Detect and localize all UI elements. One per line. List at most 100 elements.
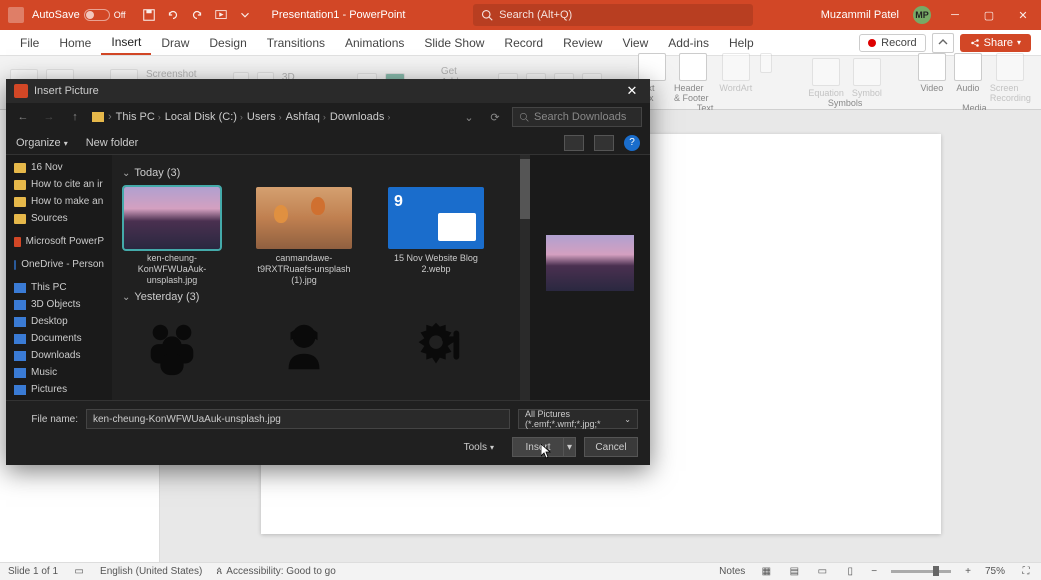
group-header-yesterday[interactable]: Yesterday (3) xyxy=(122,291,510,303)
insert-button[interactable]: Insert ▾ xyxy=(512,437,576,457)
tab-addins[interactable]: Add-ins xyxy=(658,30,719,55)
language-icon[interactable]: ▭ xyxy=(72,565,86,579)
dialog-search[interactable]: Search Downloads xyxy=(512,107,642,127)
normal-view-icon[interactable]: ▦ xyxy=(759,565,773,579)
fit-icon[interactable]: ⛶ xyxy=(1019,565,1033,579)
language-label[interactable]: English (United States) xyxy=(100,566,202,577)
tab-help[interactable]: Help xyxy=(719,30,764,55)
tab-home[interactable]: Home xyxy=(49,30,101,55)
sidebar-item[interactable]: Desktop xyxy=(6,313,112,330)
save-icon[interactable] xyxy=(142,8,156,22)
slideshow-view-icon[interactable]: ▯ xyxy=(843,565,857,579)
new-folder-button[interactable]: New folder xyxy=(86,137,139,149)
group-header-today[interactable]: Today (3) xyxy=(122,167,510,179)
file-thumbnail xyxy=(124,187,220,249)
qat-dropdown-icon[interactable] xyxy=(238,8,252,22)
insert-dropdown-icon[interactable]: ▾ xyxy=(563,438,575,456)
video-icon[interactable] xyxy=(918,53,946,81)
audio-icon[interactable] xyxy=(954,53,982,81)
wordart-icon[interactable] xyxy=(722,53,750,81)
screen-recording-icon[interactable] xyxy=(996,53,1024,81)
close-icon[interactable]: ✕ xyxy=(1013,5,1033,25)
sidebar-item[interactable]: Sources xyxy=(6,210,112,227)
collapse-ribbon-icon[interactable] xyxy=(932,33,954,53)
undo-icon[interactable] xyxy=(166,8,180,22)
breadcrumb[interactable]: › This PC› Local Disk (C:)› Users› Ashfa… xyxy=(92,111,390,123)
dialog-titlebar: Insert Picture ✕ xyxy=(6,79,650,103)
symbol-icon[interactable] xyxy=(853,58,881,86)
file-item[interactable]: ken-cheung-KonWFWUaAuk-unsplash.jpg xyxy=(122,187,222,285)
minimize-icon[interactable]: ─ xyxy=(945,5,965,25)
tab-draw[interactable]: Draw xyxy=(151,30,199,55)
sidebar-item[interactable]: How to cite an ir xyxy=(6,176,112,193)
sidebar-item[interactable]: Downloads xyxy=(6,347,112,364)
refresh-icon[interactable]: ⟳ xyxy=(486,108,504,126)
dialog-icon xyxy=(14,84,28,98)
breadcrumb-dropdown-icon[interactable]: ⌄ xyxy=(460,108,478,126)
maximize-icon[interactable]: ▢ xyxy=(979,5,999,25)
zoom-out-icon[interactable]: − xyxy=(871,566,877,577)
sidebar-item[interactable]: Microsoft PowerP xyxy=(6,233,112,250)
cancel-button[interactable]: Cancel xyxy=(584,437,638,457)
tab-view[interactable]: View xyxy=(612,30,658,55)
sidebar-item[interactable]: OneDrive - Person xyxy=(6,256,112,273)
sorter-view-icon[interactable]: ▤ xyxy=(787,565,801,579)
notes-button[interactable]: Notes xyxy=(719,566,745,577)
slide-counter: Slide 1 of 1 xyxy=(8,566,58,577)
zoom-level[interactable]: 75% xyxy=(985,566,1005,577)
dialog-close-icon[interactable]: ✕ xyxy=(622,81,642,101)
preview-pane-icon[interactable] xyxy=(594,135,614,151)
forward-icon[interactable]: → xyxy=(40,108,58,126)
user-name[interactable]: Muzammil Patel xyxy=(821,9,899,21)
equation-icon[interactable] xyxy=(812,58,840,86)
scrollbar[interactable] xyxy=(520,155,530,400)
accessibility-label[interactable]: ጰAccessibility: Good to go xyxy=(216,566,335,577)
tab-transitions[interactable]: Transitions xyxy=(257,30,335,55)
up-icon[interactable]: ↑ xyxy=(66,108,84,126)
organize-button[interactable]: Organize ▾ xyxy=(16,137,68,149)
header-footer-icon[interactable] xyxy=(679,53,707,81)
back-icon[interactable]: ← xyxy=(14,108,32,126)
textbox-icon[interactable] xyxy=(638,53,666,81)
redo-icon[interactable] xyxy=(190,8,204,22)
file-item[interactable]: 15 Nov Website Blog 2.webp xyxy=(386,187,486,285)
sidebar-item[interactable]: Music xyxy=(6,364,112,381)
file-item[interactable]: canmandawe-t9RXTRuaefs-unsplash (1).jpg xyxy=(254,187,354,285)
sidebar-item[interactable]: 3D Objects xyxy=(6,296,112,313)
symbols-group-label: Symbols xyxy=(828,98,863,108)
sidebar-item-this-pc[interactable]: This PC xyxy=(6,279,112,296)
user-avatar[interactable]: MP xyxy=(913,6,931,24)
zoom-in-icon[interactable]: + xyxy=(965,566,971,577)
file-thumbnail xyxy=(388,187,484,249)
date-icon[interactable] xyxy=(760,53,772,73)
file-item[interactable] xyxy=(386,311,486,381)
tab-animations[interactable]: Animations xyxy=(335,30,414,55)
file-thumbnail xyxy=(256,187,352,249)
tab-design[interactable]: Design xyxy=(199,30,256,55)
record-button[interactable]: Record xyxy=(859,34,925,52)
sidebar-item[interactable]: Documents xyxy=(6,330,112,347)
autosave-toggle[interactable]: AutoSave Off xyxy=(32,9,126,21)
file-item[interactable] xyxy=(254,311,354,381)
doc-title: Presentation1 - PowerPoint xyxy=(272,9,406,21)
tab-review[interactable]: Review xyxy=(553,30,612,55)
tab-file[interactable]: File xyxy=(10,30,49,55)
file-item[interactable] xyxy=(122,311,222,381)
file-filter-dropdown[interactable]: All Pictures (*.emf;*.wmf;*.jpg;*⌄ xyxy=(518,409,638,429)
dialog-title: Insert Picture xyxy=(34,85,99,97)
screenshot-button[interactable]: Screenshot xyxy=(146,69,197,80)
tab-record[interactable]: Record xyxy=(494,30,553,55)
sidebar-item[interactable]: Pictures xyxy=(6,381,112,398)
view-mode-icon[interactable] xyxy=(564,135,584,151)
filename-input[interactable] xyxy=(86,409,510,429)
sidebar-item[interactable]: 16 Nov xyxy=(6,159,112,176)
search-box[interactable]: Search (Alt+Q) xyxy=(473,4,753,26)
tab-slideshow[interactable]: Slide Show xyxy=(414,30,494,55)
reading-view-icon[interactable]: ▭ xyxy=(815,565,829,579)
help-icon[interactable]: ? xyxy=(624,135,640,151)
tools-dropdown[interactable]: Tools▾ xyxy=(464,442,494,453)
share-button[interactable]: Share▾ xyxy=(960,34,1031,52)
sidebar-item[interactable]: How to make an xyxy=(6,193,112,210)
slideshow-icon[interactable] xyxy=(214,8,228,22)
tab-insert[interactable]: Insert xyxy=(101,30,151,55)
